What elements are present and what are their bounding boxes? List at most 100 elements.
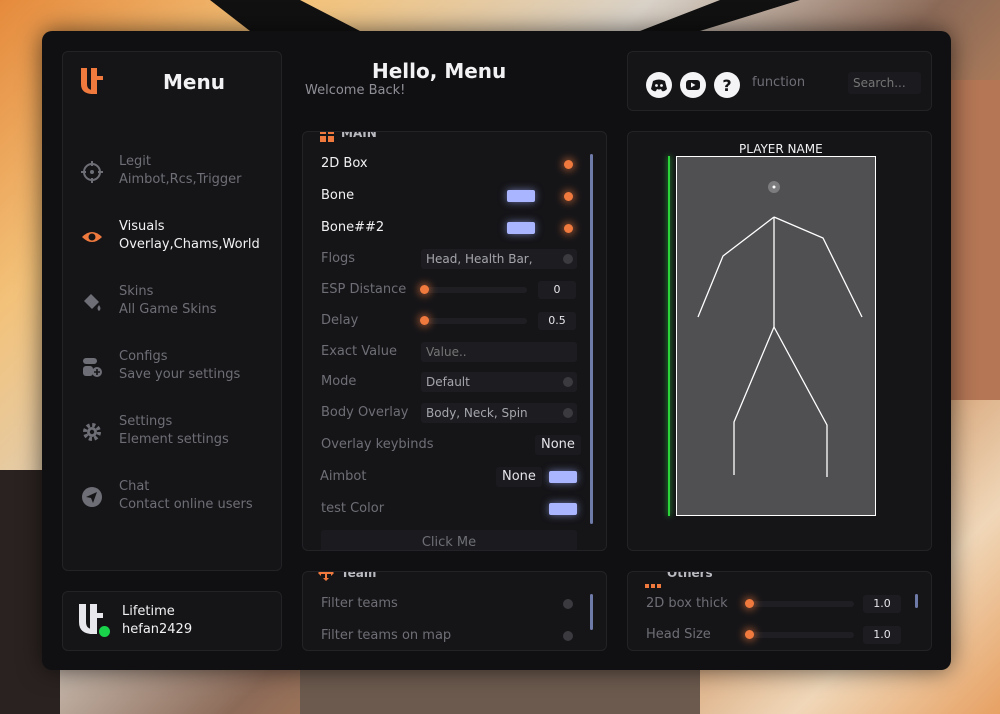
delay-value[interactable]: 0.5 xyxy=(538,312,576,330)
row-esp-distance[interactable]: ESP Distance 0 xyxy=(321,278,577,302)
top-bar: ? function xyxy=(627,51,932,111)
team-scrollbar[interactable] xyxy=(590,594,593,630)
grid-icon xyxy=(320,132,334,142)
search-input[interactable] xyxy=(848,72,921,94)
sidebar-item-subtitle: Element settings xyxy=(119,432,229,447)
color-swatch-test[interactable] xyxy=(549,503,577,515)
team-panel: Team Filter teams Filter teams on map xyxy=(302,571,607,651)
brand-title: Menu xyxy=(163,70,225,94)
player-preview-panel: PLAYER NAME xyxy=(627,131,932,551)
row-filter-teams[interactable]: Filter teams xyxy=(321,592,577,616)
row-exact-value[interactable]: Exact Value xyxy=(321,340,577,364)
row-label: Mode xyxy=(321,374,357,389)
gear-icon xyxy=(81,421,103,443)
row-label: Body Overlay xyxy=(321,405,409,420)
row-label: Bone##2 xyxy=(321,220,385,235)
send-icon xyxy=(81,486,103,508)
youtube-icon[interactable] xyxy=(680,72,706,98)
body-overlay-multiselect[interactable]: Body, Neck, Spin xyxy=(421,403,577,423)
row-bone[interactable]: Bone xyxy=(321,184,577,208)
config-icon xyxy=(81,356,103,378)
overlay-keybind-button[interactable]: None xyxy=(535,435,581,455)
esp-distance-slider-handle[interactable] xyxy=(420,285,429,294)
function-label: function xyxy=(752,75,806,90)
sidebar: Menu Legit Aimbot,Rcs,Trigger Visuals Ov… xyxy=(62,51,282,571)
sidebar-item-title: Chat xyxy=(119,479,150,494)
box-thick-slider-track[interactable] xyxy=(750,601,854,607)
click-me-button[interactable]: Click Me xyxy=(321,530,577,550)
row-label: ESP Distance xyxy=(321,282,407,297)
esp-distance-slider-track[interactable] xyxy=(421,287,527,293)
row-test-color[interactable]: test Color xyxy=(321,497,577,521)
row-mode[interactable]: Mode Default xyxy=(321,370,577,394)
toggle-bone2[interactable] xyxy=(564,224,573,233)
click-me-label: Click Me xyxy=(421,535,477,550)
brand-logo xyxy=(77,64,107,98)
row-filter-teams-map[interactable]: Filter teams on map xyxy=(321,624,577,648)
head-size-slider-track[interactable] xyxy=(750,632,854,638)
row-label: Head Size xyxy=(646,627,711,642)
row-aimbot[interactable]: Aimbot None xyxy=(320,465,577,489)
sidebar-item-subtitle: Contact online users xyxy=(119,497,253,512)
player-box xyxy=(676,156,876,516)
help-icon[interactable]: ? xyxy=(714,72,740,98)
flogs-dropdown-indicator[interactable] xyxy=(563,254,573,264)
row-label: Filter teams on map xyxy=(321,628,452,643)
head-size-slider-handle[interactable] xyxy=(745,630,754,639)
delay-slider-track[interactable] xyxy=(421,318,527,324)
box-thick-slider-handle[interactable] xyxy=(745,599,754,608)
row-bone2[interactable]: Bone##2 xyxy=(321,216,577,240)
sidebar-item-subtitle: All Game Skins xyxy=(119,302,217,317)
sidebar-item-skins[interactable]: Skins All Game Skins xyxy=(63,282,281,332)
others-scrollbar[interactable] xyxy=(915,594,918,608)
head-size-value[interactable]: 1.0 xyxy=(863,626,901,644)
main-section-title: MAIN xyxy=(341,131,377,140)
toggle-2d-box[interactable] xyxy=(564,160,573,169)
row-2d-box[interactable]: 2D Box xyxy=(321,152,577,176)
sidebar-item-configs[interactable]: Configs Save your settings xyxy=(63,347,281,397)
skeleton-overlay xyxy=(697,181,863,477)
row-label: Aimbot xyxy=(320,469,367,484)
row-label: Overlay keybinds xyxy=(321,437,434,452)
sidebar-item-settings[interactable]: Settings Element settings xyxy=(63,412,281,462)
sidebar-item-subtitle: Save your settings xyxy=(119,367,241,382)
row-label: test Color xyxy=(321,501,385,516)
row-flogs[interactable]: Flogs Head, Health Bar, Play xyxy=(321,247,577,271)
discord-icon[interactable] xyxy=(646,72,672,98)
color-swatch-bone2[interactable] xyxy=(507,222,535,234)
flogs-multiselect[interactable]: Head, Health Bar, Play xyxy=(421,249,577,269)
delay-slider-handle[interactable] xyxy=(420,316,429,325)
sidebar-item-legit[interactable]: Legit Aimbot,Rcs,Trigger xyxy=(63,152,281,202)
menu-window: Menu Legit Aimbot,Rcs,Trigger Visuals Ov… xyxy=(42,31,951,670)
aimbot-keybind-button[interactable]: None xyxy=(496,467,542,487)
row-body-overlay[interactable]: Body Overlay Body, Neck, Spin xyxy=(321,401,577,425)
main-panel: MAIN 2D Box Bone Bone##2 Flogs Head, Hea… xyxy=(302,131,607,551)
row-head-size[interactable]: Head Size 1.0 xyxy=(646,623,902,647)
row-overlay-keybinds[interactable]: Overlay keybinds None xyxy=(321,433,581,457)
color-swatch-bone[interactable] xyxy=(507,190,535,202)
toggle-filter-teams[interactable] xyxy=(563,599,573,609)
esp-distance-value[interactable]: 0 xyxy=(538,281,576,299)
box-thick-value[interactable]: 1.0 xyxy=(863,595,901,613)
sidebar-item-title: Legit xyxy=(119,154,151,169)
sidebar-item-subtitle: Overlay,Chams,World xyxy=(119,237,260,252)
row-label: Filter teams xyxy=(321,596,398,611)
row-2d-box-thick[interactable]: 2D box thick 1.0 xyxy=(646,592,902,616)
others-section-title: Others xyxy=(667,571,713,580)
sidebar-item-title: Visuals xyxy=(119,219,165,234)
body-overlay-dropdown-indicator[interactable] xyxy=(563,408,573,418)
main-scrollbar[interactable] xyxy=(590,154,593,524)
mode-select[interactable]: Default xyxy=(421,372,577,392)
color-swatch-aimbot[interactable] xyxy=(549,471,577,483)
sidebar-item-title: Configs xyxy=(119,349,168,364)
sidebar-item-visuals[interactable]: Visuals Overlay,Chams,World xyxy=(63,217,281,267)
row-delay[interactable]: Delay 0.5 xyxy=(321,309,577,333)
exact-value-input[interactable] xyxy=(421,342,577,362)
page-title: Hello, Menu xyxy=(372,59,507,83)
more-icon xyxy=(645,573,661,588)
sidebar-item-chat[interactable]: Chat Contact online users xyxy=(63,477,281,527)
sidebar-item-title: Settings xyxy=(119,414,173,429)
toggle-bone[interactable] xyxy=(564,192,573,201)
toggle-filter-teams-map[interactable] xyxy=(563,631,573,641)
mode-dropdown-indicator[interactable] xyxy=(563,377,573,387)
